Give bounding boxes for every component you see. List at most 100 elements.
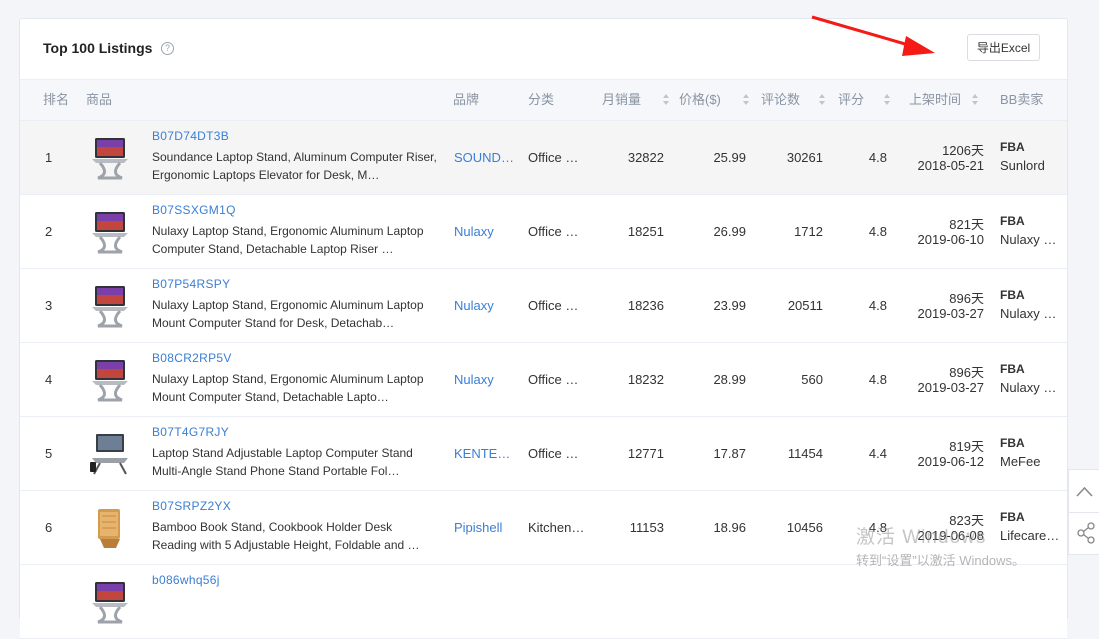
rank-cell: 4 <box>45 372 53 387</box>
sort-icon[interactable] <box>972 94 978 106</box>
buybox-seller: Sunlord <box>1000 158 1045 173</box>
rank-cell: 5 <box>45 446 53 461</box>
buybox-seller: Nulaxy … <box>1000 306 1057 321</box>
rating-cell: 4.8 <box>868 372 887 387</box>
monthly-sales-cell: 18251 <box>627 224 664 239</box>
table-row[interactable]: 4 B08CR2RP5V Nulaxy Laptop Stand, Ergonomi… <box>20 343 1067 417</box>
sort-icon[interactable] <box>819 94 825 106</box>
product-asin-link[interactable]: b086whq56j <box>152 573 220 587</box>
brand-link[interactable]: Nulaxy <box>454 224 516 239</box>
listed-date: 2019-03-27 <box>917 380 985 395</box>
windows-activation-hint: 转到“设置”以激活 Windows。 <box>856 553 1026 568</box>
listed-days: 1206天 <box>942 143 984 158</box>
fulfillment-badge: FBA <box>1000 510 1025 524</box>
monthly-sales-cell: 12771 <box>627 446 664 461</box>
product-thumbnail[interactable] <box>86 430 134 478</box>
table-row[interactable]: 5 B07T4G7RJY Laptop Stand Adjustable Lapto… <box>20 417 1067 491</box>
column-category: 分类 <box>528 92 555 107</box>
category-cell: Office … <box>528 224 579 239</box>
fulfillment-badge: FBA <box>1000 140 1025 154</box>
table-row[interactable]: 1 B07D74DT3B Soundance Laptop Stand, Alumi… <box>20 121 1067 195</box>
reviews-cell: 1712 <box>794 224 823 239</box>
product-title: Nulaxy Laptop Stand, Ergonomic Aluminum … <box>152 298 424 330</box>
listed-date: 2019-06-12 <box>917 454 985 469</box>
column-reviews[interactable]: 评论数 <box>761 80 800 120</box>
rank-cell: 1 <box>45 150 53 165</box>
rank-cell: 6 <box>45 520 53 535</box>
page-title: Top 100 Listings <box>43 40 153 56</box>
column-monthly-sales[interactable]: 月销量 <box>602 80 641 120</box>
rating-cell: 4.4 <box>868 446 887 461</box>
monthly-sales-cell: 32822 <box>627 150 664 165</box>
product-asin-link[interactable]: B08CR2RP5V <box>152 351 232 365</box>
product-asin-link[interactable]: B07SSXGM1Q <box>152 203 236 217</box>
price-cell: 23.99 <box>713 298 746 313</box>
table-row[interactable]: 3 B07P54RSPY Nulaxy Laptop Stand, Ergonomi… <box>20 269 1067 343</box>
product-title: Nulaxy Laptop Stand, Ergonomic Aluminum … <box>152 372 424 404</box>
fulfillment-badge: FBA <box>1000 436 1025 450</box>
listed-days: 896天 <box>949 365 984 380</box>
back-to-top-button[interactable] <box>1069 470 1099 513</box>
buybox-seller: Lifecare… <box>1000 528 1060 543</box>
side-float-toolbar <box>1068 469 1099 555</box>
rating-cell: 4.8 <box>868 298 887 313</box>
price-cell: 17.87 <box>713 446 746 461</box>
fulfillment-badge: FBA <box>1000 362 1025 376</box>
reviews-cell: 30261 <box>786 150 823 165</box>
listed-days: 896天 <box>949 291 984 306</box>
reviews-cell: 560 <box>801 372 823 387</box>
product-title <box>152 592 437 628</box>
product-title: Laptop Stand Adjustable Laptop Computer … <box>152 446 413 478</box>
listed-days: 819天 <box>949 439 984 454</box>
share-button[interactable] <box>1069 512 1099 554</box>
price-cell: 25.99 <box>713 150 746 165</box>
product-title: Bamboo Book Stand, Cookbook Holder Desk … <box>152 520 420 552</box>
product-title: Nulaxy Laptop Stand, Ergonomic Aluminum … <box>152 224 424 256</box>
column-product: 商品 <box>86 92 113 107</box>
brand-link[interactable]: SOUND… <box>454 150 516 165</box>
brand-link[interactable]: Pipishell <box>454 520 516 535</box>
category-cell: Office … <box>528 372 579 387</box>
product-asin-link[interactable]: B07D74DT3B <box>152 129 229 143</box>
column-price[interactable]: 价格($) <box>679 80 721 120</box>
column-rating[interactable]: 评分 <box>838 80 864 120</box>
reviews-cell: 11454 <box>787 446 823 461</box>
rank-cell: 3 <box>45 298 53 313</box>
category-cell: Office … <box>528 446 579 461</box>
product-thumbnail[interactable] <box>86 356 134 404</box>
product-thumbnail[interactable] <box>86 504 134 552</box>
listed-days: 821天 <box>949 217 984 232</box>
question-circle-icon[interactable]: ? <box>161 42 174 55</box>
export-excel-button[interactable]: 导出Excel <box>967 34 1040 61</box>
table-row[interactable]: b086whq56j <box>20 565 1067 639</box>
sort-icon[interactable] <box>663 94 669 106</box>
product-asin-link[interactable]: B07SRPZ2YX <box>152 499 231 513</box>
share-icon <box>1077 522 1095 544</box>
product-thumbnail[interactable] <box>86 578 134 626</box>
product-title: Soundance Laptop Stand, Aluminum Compute… <box>152 150 437 182</box>
reviews-cell: 10456 <box>786 520 823 535</box>
product-thumbnail[interactable] <box>86 134 134 182</box>
buybox-seller: MeFee <box>1000 454 1041 469</box>
product-thumbnail[interactable] <box>86 208 134 256</box>
price-cell: 18.96 <box>713 520 746 535</box>
brand-link[interactable]: Nulaxy <box>454 372 516 387</box>
listed-date: 2019-06-10 <box>917 232 985 247</box>
column-listed-time[interactable]: 上架时间 <box>909 80 961 120</box>
brand-link[interactable]: Nulaxy <box>454 298 516 313</box>
listed-date: 2018-05-21 <box>917 158 985 173</box>
product-asin-link[interactable]: B07P54RSPY <box>152 277 230 291</box>
product-thumbnail[interactable] <box>86 282 134 330</box>
table-row[interactable]: 2 B07SSXGM1Q Nulaxy Laptop Stand, Ergonomi… <box>20 195 1067 269</box>
product-asin-link[interactable]: B07T4G7RJY <box>152 425 229 439</box>
monthly-sales-cell: 11153 <box>629 520 664 535</box>
sort-icon[interactable] <box>743 94 749 106</box>
column-rank: 排名 <box>43 92 70 107</box>
rating-cell: 4.8 <box>868 224 887 239</box>
brand-link[interactable]: KENTE… <box>454 446 516 461</box>
sort-icon[interactable] <box>884 94 890 106</box>
fulfillment-badge: FBA <box>1000 288 1025 302</box>
chevron-up-icon <box>1076 486 1093 497</box>
price-cell: 26.99 <box>713 224 746 239</box>
card-header: Top 100 Listings ? 导出Excel <box>20 19 1067 80</box>
